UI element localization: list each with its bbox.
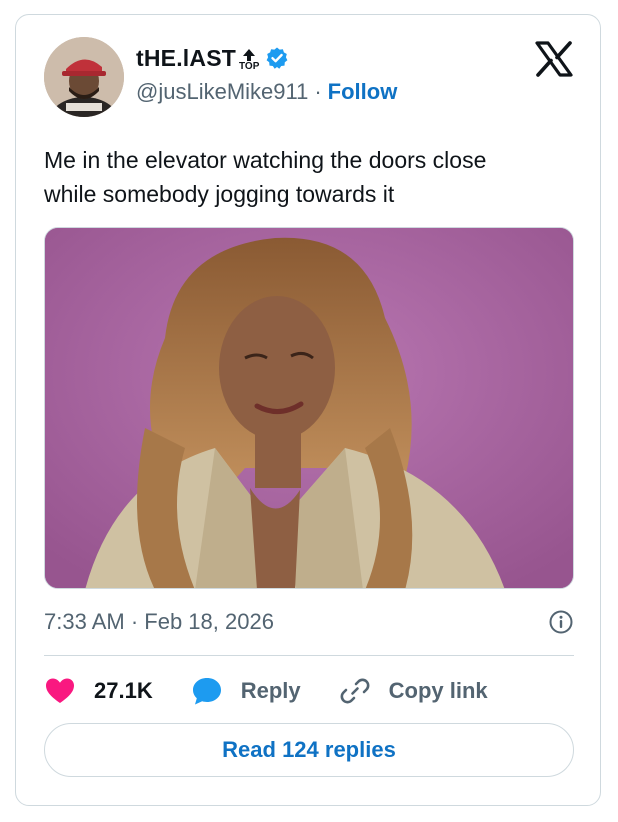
tweet-actions: 27.1K Reply Copy link bbox=[44, 673, 526, 709]
tweet-timestamp[interactable]: 7:33 AM · Feb 18, 2026 bbox=[44, 609, 274, 635]
author-names: tHE.lAST TOP @jusLikeMike911 · Follow bbox=[136, 43, 397, 105]
tweet-text: Me in the elevator watching the doors cl… bbox=[44, 143, 574, 211]
info-icon[interactable] bbox=[548, 609, 574, 635]
handle-row: @jusLikeMike911 · Follow bbox=[136, 79, 397, 105]
top-badge: TOP bbox=[239, 48, 259, 72]
link-icon bbox=[340, 678, 370, 704]
tweet-text-line-1: Me in the elevator watching the doors cl… bbox=[44, 147, 487, 173]
x-logo-icon[interactable] bbox=[534, 41, 574, 77]
tweet-header: tHE.lAST TOP @jusLikeMike911 · Follow bbox=[44, 37, 574, 117]
heart-icon bbox=[46, 678, 74, 703]
top-badge-label: TOP bbox=[239, 61, 260, 72]
like-button[interactable]: 27.1K bbox=[44, 675, 153, 707]
top-arrow-icon bbox=[243, 49, 256, 61]
display-name[interactable]: tHE.lAST bbox=[136, 45, 236, 72]
reply-bubble-icon bbox=[192, 678, 221, 705]
embedded-tweet-card: tHE.lAST TOP @jusLikeMike911 · Follow Me… bbox=[15, 14, 601, 806]
reply-label: Reply bbox=[240, 678, 301, 703]
divider bbox=[44, 655, 574, 656]
reply-button[interactable]: Reply bbox=[191, 675, 301, 707]
read-replies-label: Read 124 replies bbox=[222, 737, 396, 762]
separator-dot: · bbox=[314, 79, 322, 104]
like-count: 27.1K bbox=[94, 678, 153, 703]
read-replies-button[interactable]: Read 124 replies bbox=[44, 723, 574, 777]
copy-link-label: Copy link bbox=[388, 678, 488, 703]
avatar[interactable] bbox=[44, 37, 124, 117]
tweet-media-image[interactable] bbox=[44, 227, 574, 589]
display-name-row: tHE.lAST TOP bbox=[136, 43, 397, 73]
copy-link-button[interactable]: Copy link bbox=[339, 675, 488, 707]
verified-badge-icon bbox=[266, 47, 288, 69]
author-handle[interactable]: @jusLikeMike911 bbox=[136, 79, 308, 105]
tweet-meta-row: 7:33 AM · Feb 18, 2026 bbox=[44, 605, 574, 639]
tweet-text-line-2: while somebody jogging towards it bbox=[44, 181, 395, 207]
follow-link[interactable]: Follow bbox=[328, 79, 398, 105]
